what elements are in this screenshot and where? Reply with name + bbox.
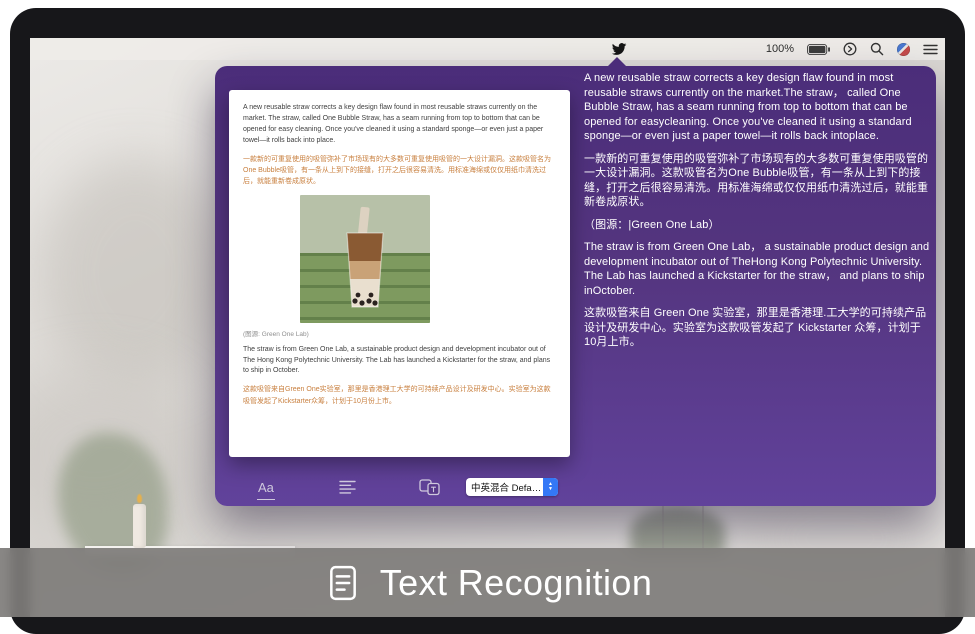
- language-select-value: 中英混合 Defa…: [466, 480, 543, 494]
- popover-arrow: [608, 57, 626, 66]
- list-icon[interactable]: [923, 44, 938, 55]
- caption-title: Text Recognition: [380, 562, 653, 604]
- app-menubar-bird-icon[interactable]: [610, 42, 628, 57]
- document-paragraph-en: The straw is from Green One Lab, a susta…: [243, 345, 556, 378]
- recognized-text-panel: A new reusable straw corrects a key desi…: [584, 71, 930, 358]
- bird-icon: [611, 43, 627, 56]
- language-select[interactable]: 中英混合 Defa… ▲▼: [466, 478, 558, 496]
- translate-button[interactable]: [419, 476, 440, 498]
- candle-decor: [133, 504, 146, 548]
- text-document-icon: [323, 563, 363, 603]
- text-list-button[interactable]: [339, 476, 356, 498]
- recognized-paragraph-en: A new reusable straw corrects a key desi…: [584, 71, 930, 144]
- shortcuts-icon[interactable]: [843, 42, 857, 56]
- recognized-paragraph-en: The straw is from Green One Lab， a susta…: [584, 240, 930, 298]
- document-paragraph-en: A new reusable straw corrects a key desi…: [243, 103, 556, 147]
- screenshot-stage: 100%: [0, 0, 975, 634]
- document-photo-caption: (图源: Green One Lab): [243, 328, 556, 338]
- recognized-photo-caption: （图源：|Green One Lab）: [584, 218, 930, 233]
- desktop-wallpaper: 100%: [30, 38, 945, 617]
- battery-percent-label: 100%: [766, 43, 794, 55]
- caption-bar: Text Recognition: [0, 548, 975, 617]
- bubble-tea-photo: [300, 195, 430, 323]
- candle-flame-decor: [137, 494, 142, 503]
- wallpaper-shadow-decor: [40, 158, 230, 388]
- document-paragraph-zh: 这款吸管来自Green One实验室，那里是香港理工大学的可持续产品设计及研发中…: [243, 384, 556, 407]
- font-style-button[interactable]: Aa: [257, 476, 275, 500]
- input-source-icon[interactable]: [897, 43, 910, 56]
- search-icon[interactable]: [870, 42, 884, 56]
- select-stepper-icon: ▲▼: [543, 478, 558, 496]
- menubar-status-items: 100%: [766, 38, 938, 60]
- battery-icon[interactable]: [807, 44, 830, 55]
- recognized-paragraph-zh: 一款新的可重复使用的吸管弥补了市场现有的大多数可重复使用吸管的一大设计漏洞。这款…: [584, 152, 930, 210]
- text-recognition-popover: A new reusable straw corrects a key desi…: [215, 66, 936, 506]
- document-paragraph-zh: 一款新的可重复使用的吸管弥补了市场现有的大多数可重复使用吸管的一大设计漏洞。这款…: [243, 154, 556, 188]
- captured-document-preview: A new reusable straw corrects a key desi…: [229, 90, 570, 457]
- menu-bar: 100%: [30, 38, 945, 60]
- popover-toolbar: Aa 中英混合 Defa… ▲▼: [229, 476, 570, 500]
- mac-display-bezel: 100%: [10, 8, 965, 634]
- globe-flag-glyph: [897, 43, 910, 56]
- recognized-paragraph-zh: 这款吸管来自 Green One 实验室，那里是香港理.工大学的可持续产品设计及…: [584, 306, 930, 350]
